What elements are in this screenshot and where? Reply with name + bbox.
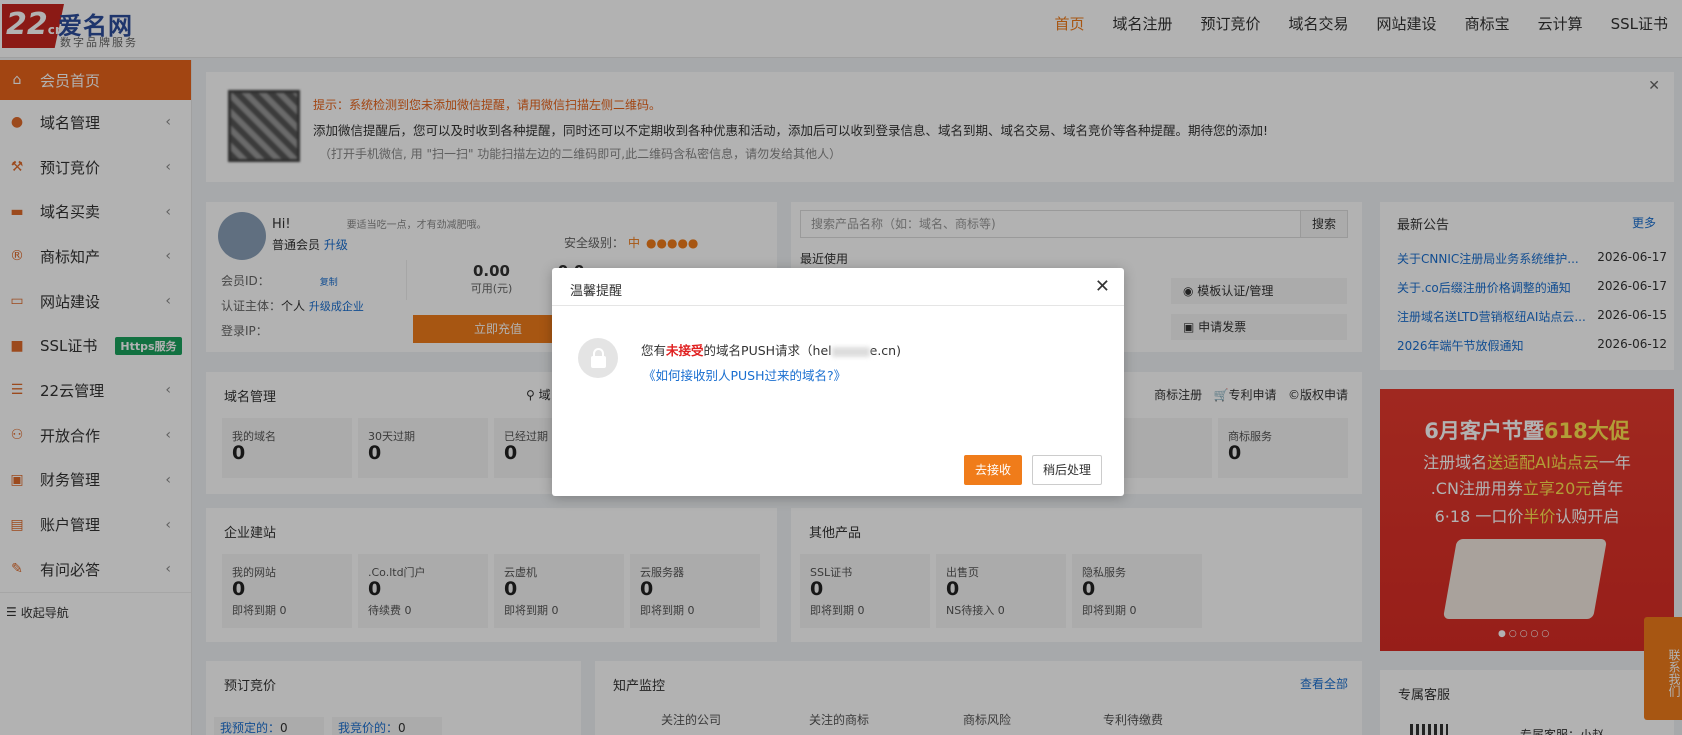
lock-icon [578, 338, 618, 378]
later-button[interactable]: 稍后处理 [1032, 455, 1103, 485]
accept-button[interactable]: 去接收 [964, 455, 1023, 485]
close-icon[interactable]: ✕ [1095, 276, 1110, 297]
dialog-header: 温馨提醒 ✕ [552, 268, 1124, 306]
how-to-receive-link[interactable]: 《如何接收别人PUSH过来的域名?》 [643, 365, 846, 384]
dialog-message: 您有未接受的域名PUSH请求（hel e.cn) [641, 343, 901, 358]
dialog-title: 温馨提醒 [570, 284, 623, 299]
reminder-dialog: 温馨提醒 ✕ 您有未接受的域名PUSH请求（hel e.cn) 《如何接收别人PU… [552, 268, 1124, 496]
